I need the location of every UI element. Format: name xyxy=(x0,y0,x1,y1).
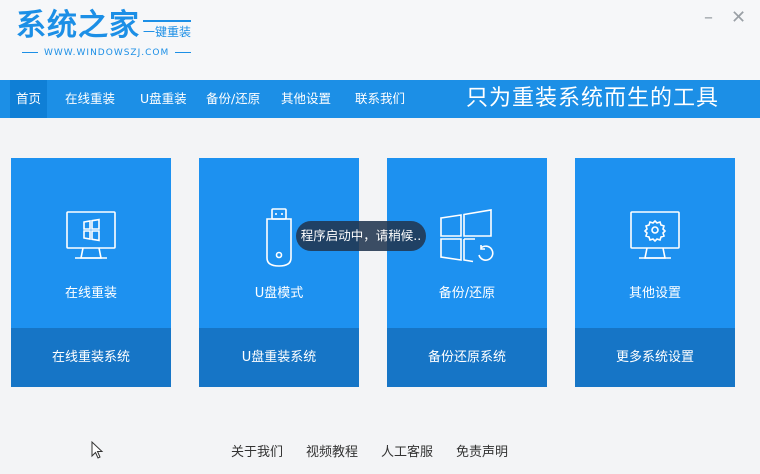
online-reinstall-button[interactable]: 在线重装系统 xyxy=(11,328,171,387)
windows-restore-icon xyxy=(437,208,497,268)
close-button[interactable]: ✕ xyxy=(731,8,746,28)
backup-restore-button[interactable]: 备份还原系统 xyxy=(387,328,547,387)
nav-item-home[interactable]: 首页 xyxy=(10,80,48,118)
nav-bar: 首页 在线重装 U盘重装 备份/还原 其他设置 联系我们 只为重装系统而生的工具 xyxy=(0,80,760,118)
card-title: U盘模式 xyxy=(254,286,304,301)
card-top[interactable]: 其他设置 xyxy=(575,158,735,328)
card-title: 备份/还原 xyxy=(438,286,496,301)
loading-toast: 程序启动中，请稍候.. xyxy=(296,221,426,251)
card-title: 在线重装 xyxy=(64,286,117,301)
gear-monitor-icon xyxy=(625,208,685,268)
card-backup-restore[interactable]: 备份/还原 备份还原系统 xyxy=(387,158,547,387)
logo-subtitle: 一键重装 xyxy=(143,20,192,42)
logo-title: 系统之家 xyxy=(16,8,140,43)
nav-item-contact-us[interactable]: 联系我们 xyxy=(355,80,405,118)
footer-link-video-tutorial[interactable]: 视频教程 xyxy=(306,441,358,460)
minimize-button[interactable]: – xyxy=(704,8,713,28)
card-top[interactable]: 在线重装 xyxy=(11,158,171,328)
nav-item-usb-reinstall[interactable]: U盘重装 xyxy=(140,80,187,118)
mouse-cursor-icon xyxy=(90,440,106,460)
footer-link-customer-service[interactable]: 人工客服 xyxy=(381,441,433,460)
app-logo: 系统之家 一键重装 WWW.WINDOWSZJ.COM xyxy=(16,8,216,68)
nav-slogan: 只为重装系统而生的工具 xyxy=(466,86,720,111)
nav-item-online-reinstall[interactable]: 在线重装 xyxy=(65,80,115,118)
footer-link-disclaimer[interactable]: 免责声明 xyxy=(456,441,508,460)
usb-reinstall-button[interactable]: U盘重装系统 xyxy=(199,328,359,387)
logo-url: WWW.WINDOWSZJ.COM xyxy=(16,47,197,59)
windows-monitor-icon xyxy=(61,208,121,268)
card-other-settings[interactable]: 其他设置 更多系统设置 xyxy=(575,158,735,387)
card-title: 其他设置 xyxy=(628,286,681,301)
more-settings-button[interactable]: 更多系统设置 xyxy=(575,328,735,387)
nav-item-backup-restore[interactable]: 备份/还原 xyxy=(206,80,260,118)
nav-item-other-settings[interactable]: 其他设置 xyxy=(281,80,331,118)
footer-link-about[interactable]: 关于我们 xyxy=(231,441,283,460)
card-usb-mode[interactable]: U盘模式 U盘重装系统 xyxy=(199,158,359,387)
header: 系统之家 一键重装 WWW.WINDOWSZJ.COM – ✕ xyxy=(0,0,760,80)
card-online-reinstall[interactable]: 在线重装 在线重装系统 xyxy=(11,158,171,387)
